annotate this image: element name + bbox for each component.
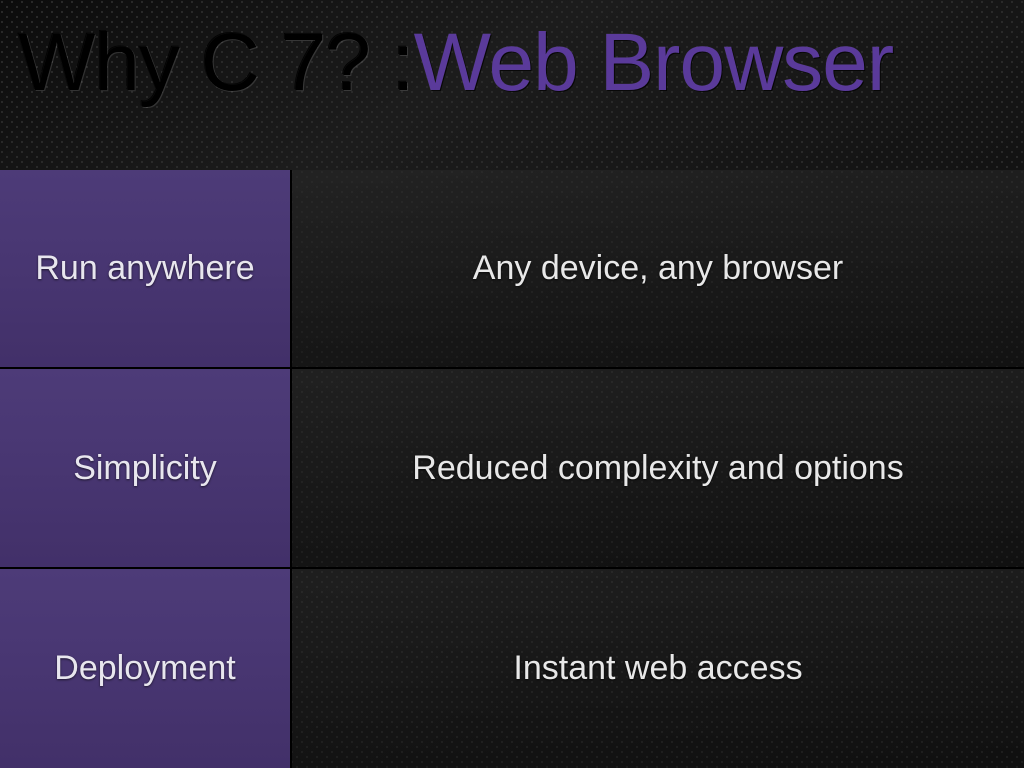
row-label-text: Run anywhere (35, 249, 254, 288)
row-desc: Any device, any browser (292, 170, 1024, 369)
row-desc-text: Instant web access (513, 649, 802, 688)
row-desc-text: Reduced complexity and options (412, 449, 903, 488)
row-label-text: Deployment (54, 649, 235, 688)
slide-title: Why C 7? :Web Browser (0, 0, 1024, 106)
content-grid: Run anywhere Any device, any browser Sim… (0, 170, 1024, 768)
row-desc: Reduced complexity and options (292, 369, 1024, 568)
row-desc-text: Any device, any browser (473, 249, 843, 288)
row-desc: Instant web access (292, 569, 1024, 768)
row-label: Simplicity (0, 369, 292, 568)
title-prefix: Why C 7? : (18, 17, 414, 108)
slide: Why C 7? :Web Browser Run anywhere Any d… (0, 0, 1024, 768)
title-accent: Web Browser (414, 17, 894, 108)
row-label-text: Simplicity (73, 449, 217, 488)
row-label: Run anywhere (0, 170, 292, 369)
row-label: Deployment (0, 569, 292, 768)
